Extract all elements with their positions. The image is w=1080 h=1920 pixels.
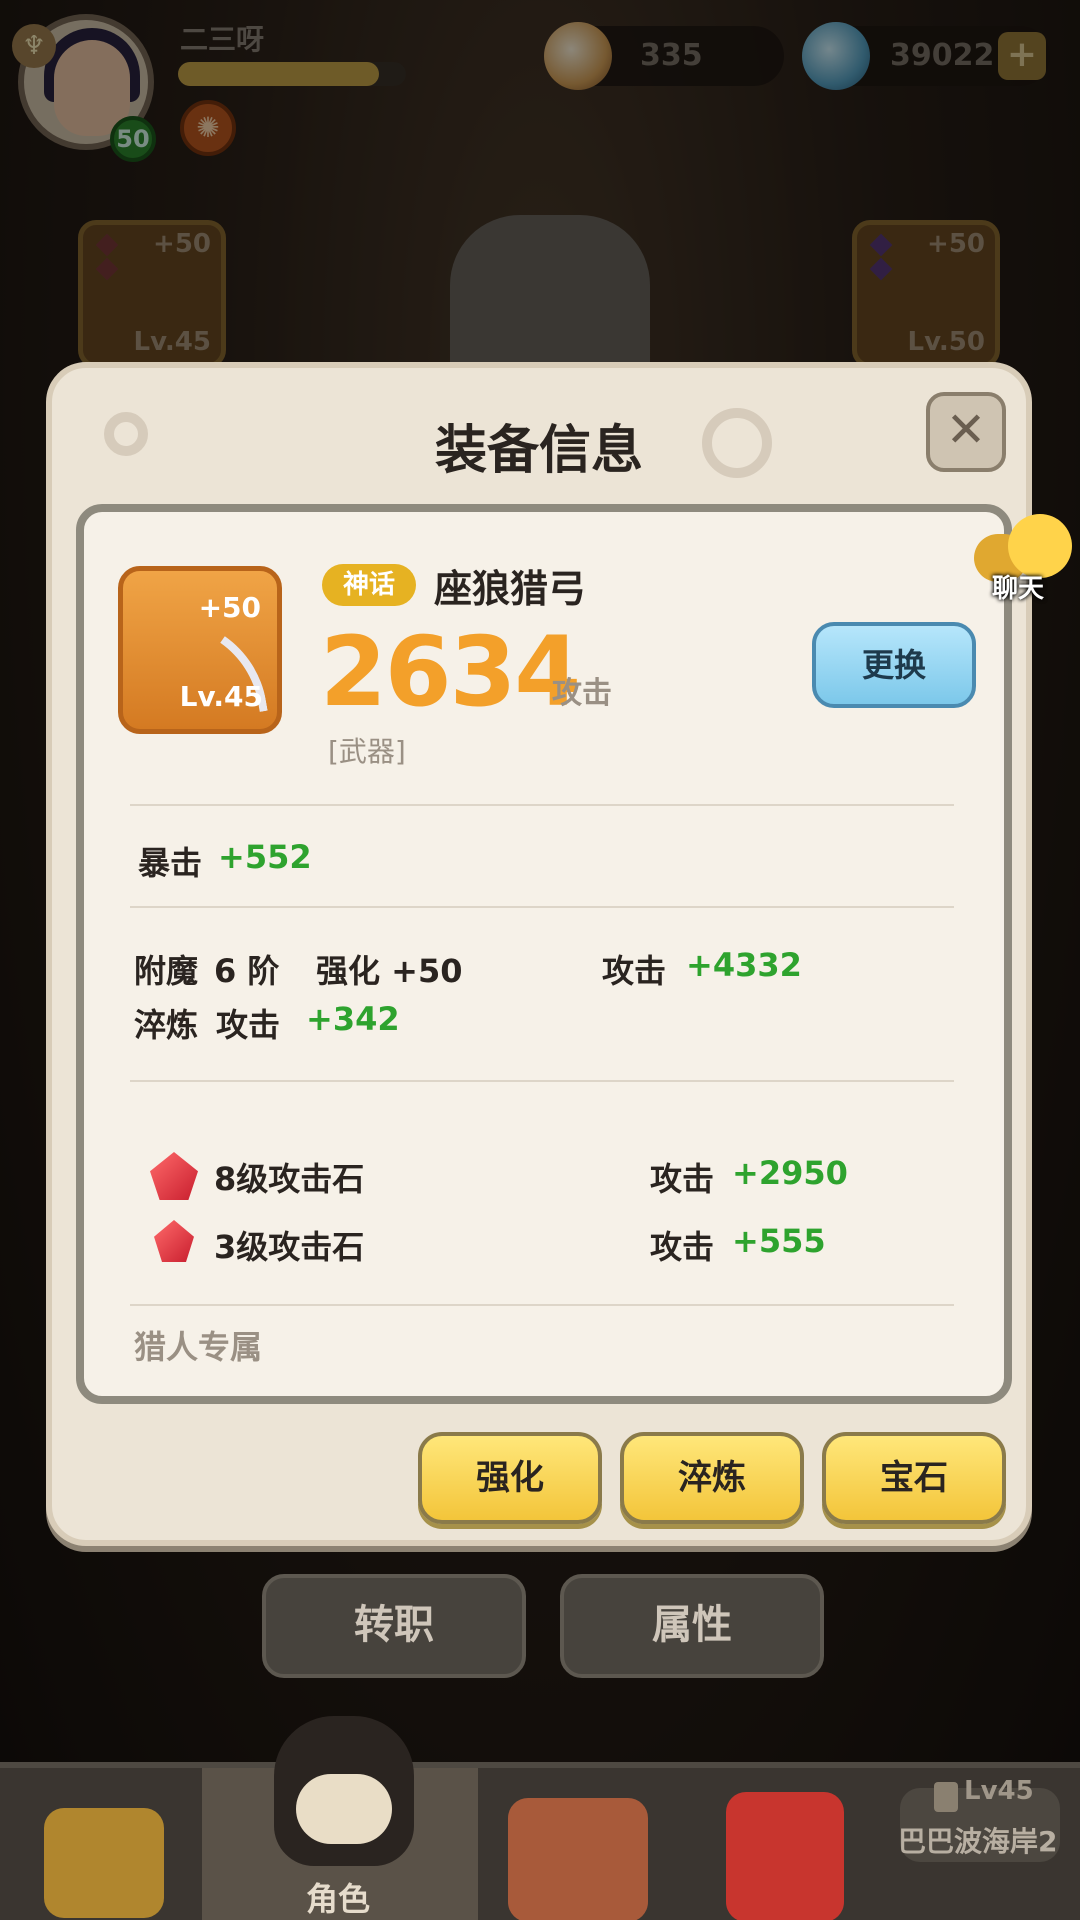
refine-label: 淬炼	[134, 1006, 199, 1044]
crit-value: +552	[218, 838, 312, 876]
refine-button[interactable]: 淬炼	[620, 1432, 804, 1524]
enchant-label: 附魔	[134, 952, 199, 990]
nav-dino-icon[interactable]	[726, 1792, 844, 1920]
character-hero-icon	[274, 1716, 414, 1866]
divider	[130, 906, 954, 908]
attributes-button[interactable]: 属性	[560, 1574, 824, 1678]
attack-gem-icon	[150, 1152, 198, 1200]
crit-label: 暴击	[138, 844, 203, 882]
lock-icon	[934, 1782, 958, 1812]
gem-value: +2950	[732, 1154, 848, 1192]
item-detail-panel: +50 Lv.45 神话 座狼猎弓 2634 攻击 [武器] 更换 暴击 +55…	[76, 504, 1012, 1404]
item-level: Lv.45	[179, 680, 263, 713]
rarity-badge: 神话	[322, 564, 416, 606]
enhance-level: 强化 +50	[316, 952, 463, 990]
job-change-button[interactable]: 转职	[262, 1574, 526, 1678]
refine-attr: 攻击	[216, 1006, 281, 1044]
region-name: 巴巴波海岸2	[898, 1825, 1058, 1858]
enchant-attr: 攻击	[602, 952, 667, 990]
enhance-button[interactable]: 强化	[418, 1432, 602, 1524]
nav-character-label: 角色	[306, 1880, 371, 1918]
item-plus: +50	[198, 591, 261, 624]
item-icon: +50 Lv.45	[118, 566, 282, 734]
item-slot-type: [武器]	[328, 735, 406, 768]
divider	[130, 1080, 954, 1082]
dialog-title: 装备信息	[434, 421, 643, 481]
enchant-value: +4332	[686, 946, 802, 984]
hero-mask	[296, 1774, 392, 1844]
refine-value: +342	[306, 1000, 400, 1038]
item-power: 2634	[320, 616, 581, 728]
power-label: 攻击	[552, 676, 612, 711]
divider	[130, 804, 954, 806]
chat-button[interactable]: 聊天	[974, 514, 1074, 604]
nav-totem-icon[interactable]	[508, 1798, 648, 1920]
chat-label: 聊天	[992, 574, 1045, 604]
attack-gem-icon	[154, 1220, 194, 1262]
class-exclusive-label: 猎人专属	[134, 1328, 263, 1366]
close-button[interactable]: ✕	[926, 392, 1006, 472]
equipment-info-dialog: 装备信息 ✕ +50 Lv.45 神话 座狼猎弓 2634 攻击 [武器] 更换…	[46, 362, 1032, 1546]
region-level: Lv45	[964, 1776, 1034, 1806]
gem-name: 8级攻击石	[214, 1160, 365, 1198]
gem-button[interactable]: 宝石	[822, 1432, 1006, 1524]
nav-beast-icon[interactable]	[44, 1808, 164, 1918]
gem-attr: 攻击	[650, 1228, 715, 1266]
gem-name: 3级攻击石	[214, 1228, 365, 1266]
gem-value: +555	[732, 1222, 826, 1260]
enchant-tier: 6 阶	[214, 952, 280, 990]
gem-attr: 攻击	[650, 1160, 715, 1198]
divider	[130, 1304, 954, 1306]
item-name: 座狼猎弓	[434, 567, 587, 611]
swap-button[interactable]: 更换	[812, 622, 976, 708]
